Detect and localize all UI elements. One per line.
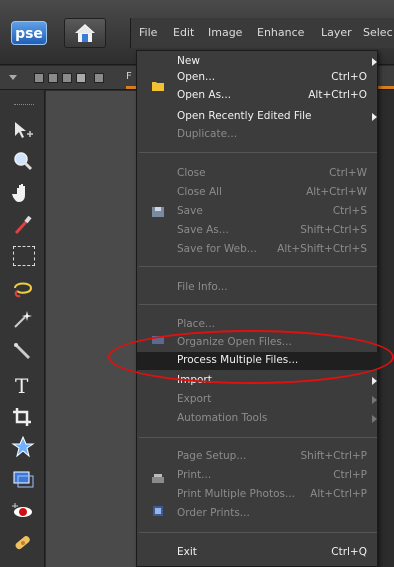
menu-item-close[interactable]: Close Ctrl+W (137, 166, 379, 182)
menu-bar: File Edit Image Enhance Layer Selec (130, 18, 394, 48)
menu-item-shortcut: Ctrl+O (331, 71, 367, 83)
option-intersect-selection-icon[interactable] (76, 73, 86, 83)
menu-item-print-multiple-photos[interactable]: Print Multiple Photos... Alt+Ctrl+P (137, 487, 379, 503)
annotation-ellipse (108, 330, 394, 384)
menu-item-label: Export (177, 393, 212, 405)
options-label: F (126, 71, 132, 82)
option-subtract-selection-icon[interactable] (62, 73, 72, 83)
file-menu-dropdown: New Open... Ctrl+O Open As... Alt+Ctrl+O… (136, 50, 379, 567)
quick-selection-tool-icon[interactable] (11, 340, 35, 362)
menu-item-close-all[interactable]: Close All Alt+Ctrl+W (137, 185, 379, 201)
menu-item-file-info[interactable]: File Info... (137, 280, 379, 296)
menu-item-label: Exit (177, 546, 197, 558)
menu-separator (139, 437, 377, 438)
menu-item-shortcut: Alt+Ctrl+P (310, 488, 367, 500)
menu-item-label: Close All (177, 186, 222, 198)
menu-item-order-prints[interactable]: Order Prints... (137, 506, 379, 522)
menu-item-label: New (177, 55, 200, 67)
type-tool-icon[interactable]: T (11, 374, 35, 396)
menu-separator (139, 266, 377, 267)
menu-item-shortcut: Alt+Shift+Ctrl+S (277, 243, 367, 255)
menu-separator (139, 532, 377, 533)
menu-item-label: Duplicate... (177, 128, 238, 140)
eyedropper-tool-icon[interactable] (11, 214, 35, 236)
menu-item-label: Save (177, 205, 203, 217)
menu-item-label: Order Prints... (177, 507, 250, 519)
straighten-tool-icon[interactable] (11, 468, 35, 490)
menu-select[interactable]: Selec (363, 26, 393, 39)
spot-healing-tool-icon[interactable] (11, 532, 35, 554)
menu-item-automation-tools[interactable]: Automation Tools (137, 411, 379, 427)
red-eye-tool-icon[interactable] (11, 500, 35, 522)
cookie-cutter-tool-icon[interactable] (11, 436, 35, 458)
menu-item-label: Open As... (177, 89, 232, 101)
menu-item-export[interactable]: Export (137, 392, 379, 408)
menu-item-shortcut: Alt+Ctrl+O (308, 89, 367, 101)
menu-item-save[interactable]: Save Ctrl+S (137, 204, 379, 220)
menu-item-label: Open... (177, 71, 216, 83)
menu-item-exit[interactable]: Exit Ctrl+Q (137, 545, 379, 561)
pse-logo-icon: pse (11, 21, 47, 45)
menu-item-shortcut: Shift+Ctrl+P (300, 450, 367, 462)
option-add-selection-icon[interactable] (48, 73, 58, 83)
menu-file[interactable]: File (139, 26, 157, 39)
canvas-area[interactable] (46, 91, 136, 567)
toolbox-grip[interactable] (14, 104, 34, 106)
menu-item-shortcut: Ctrl+S (332, 205, 367, 217)
menu-item-save-for-web[interactable]: Save for Web... Alt+Shift+Ctrl+S (137, 242, 379, 258)
move-tool-icon[interactable] (11, 120, 35, 142)
menu-item-shortcut: Alt+Ctrl+W (306, 186, 367, 198)
submenu-arrow-icon (372, 113, 377, 121)
magic-wand-tool-icon[interactable] (11, 308, 35, 330)
menu-item-label: Place... (177, 318, 215, 330)
menu-item-save-as[interactable]: Save As... Shift+Ctrl+S (137, 223, 379, 239)
menu-item-label: Print Multiple Photos... (177, 488, 295, 500)
menu-item-shortcut: Ctrl+W (329, 167, 367, 179)
option-square-icon[interactable] (94, 73, 104, 83)
submenu-arrow-icon (372, 396, 377, 404)
option-new-selection-icon[interactable] (34, 73, 44, 83)
menu-item-label: Save As... (177, 224, 229, 236)
options-expand-icon[interactable] (9, 75, 17, 80)
menu-item-label: Print... (177, 469, 212, 481)
menu-item-shortcut: Ctrl+Q (331, 546, 367, 558)
menu-item-label: Close (177, 167, 206, 179)
menu-layer[interactable]: Layer (321, 26, 352, 39)
toolbox: T (0, 90, 45, 567)
home-icon (75, 24, 95, 42)
zoom-tool-icon[interactable] (11, 150, 35, 172)
menu-item-shortcut: Shift+Ctrl+S (300, 224, 367, 236)
menu-image[interactable]: Image (208, 26, 242, 39)
menu-item-label: File Info... (177, 281, 228, 293)
menu-item-open-recent[interactable]: Open Recently Edited File (137, 109, 379, 125)
submenu-arrow-icon (372, 377, 377, 385)
menu-item-label: Page Setup... (177, 450, 247, 462)
home-button[interactable] (64, 18, 106, 48)
menu-item-label: Open Recently Edited File (177, 110, 312, 122)
menu-item-open-as[interactable]: Open As... Alt+Ctrl+O (137, 88, 379, 104)
menu-separator (139, 304, 377, 305)
menu-item-page-setup[interactable]: Page Setup... Shift+Ctrl+P (137, 449, 379, 465)
submenu-arrow-icon (372, 58, 377, 66)
crop-tool-icon[interactable] (11, 406, 35, 428)
menu-separator (139, 152, 377, 153)
lasso-tool-icon[interactable] (11, 278, 35, 300)
menu-item-new[interactable]: New (137, 54, 379, 70)
svg-text:T: T (15, 374, 29, 396)
submenu-arrow-icon (372, 415, 377, 423)
menu-item-label: Automation Tools (177, 412, 268, 424)
menu-edit[interactable]: Edit (173, 26, 194, 39)
menu-item-open[interactable]: Open... Ctrl+O (137, 70, 379, 86)
menu-item-duplicate[interactable]: Duplicate... (137, 127, 379, 143)
marquee-tool-icon[interactable] (13, 246, 35, 266)
menu-enhance[interactable]: Enhance (257, 26, 304, 39)
menu-item-print[interactable]: Print... Ctrl+P (137, 468, 379, 484)
menu-item-shortcut: Ctrl+P (333, 469, 367, 481)
hand-tool-icon[interactable] (11, 182, 35, 204)
menu-item-label: Save for Web... (177, 243, 257, 255)
